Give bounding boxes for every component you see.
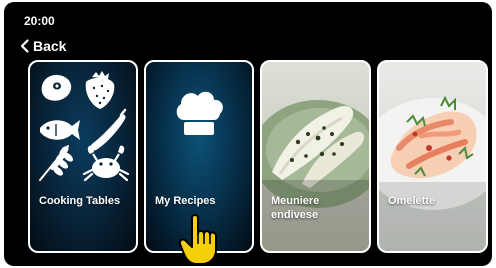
card-label: My Recipes [155,195,216,207]
crab-icon [82,145,130,182]
steak-icon [41,74,72,101]
omelette-recipe-card[interactable]: Omelette [377,60,488,253]
wheat-icon [39,145,74,181]
chevron-left-icon [20,39,29,53]
pointing-hand-icon [178,214,217,265]
cooking-tables-card[interactable]: Cooking Tables [28,60,138,253]
card-label: Cooking Tables [39,195,121,207]
meuniere-endivese-recipe-card[interactable]: Meuniere endivese [260,60,371,253]
card-label: Omelette [388,195,436,207]
strawberry-icon [85,71,115,109]
oven-display-screen: 20:00 Back Cooking Tables My Recipes Meu… [4,2,492,266]
back-label: Back [33,38,67,54]
clock: 20:00 [24,14,55,28]
zucchini-icon [90,108,127,151]
fish-icon [40,120,80,140]
card-label: Meuniere endivese [271,195,320,221]
back-button[interactable]: Back [20,38,66,54]
